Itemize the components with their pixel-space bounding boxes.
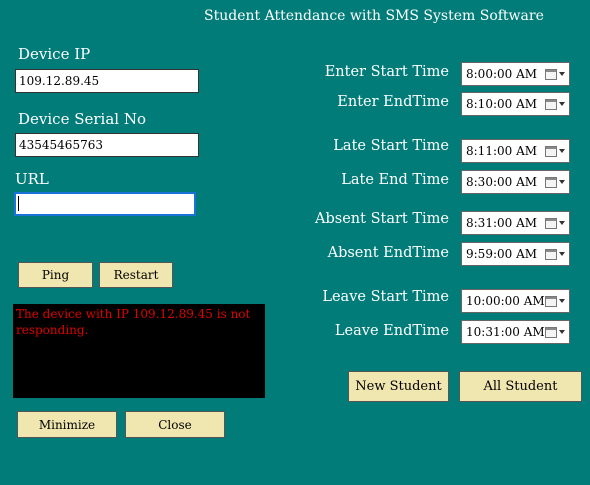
leave-end-time-picker[interactable]: 10:31:00 AM [461,320,570,344]
absent-start-time-picker[interactable]: 8:31:00 AM [461,211,570,235]
new-student-button[interactable]: New Student [348,371,449,402]
calendar-icon[interactable] [545,248,557,260]
window-title: Student Attendance with SMS System Softw… [204,8,544,24]
calendar-icon[interactable] [545,176,557,188]
leave-start-time-picker[interactable]: 10:00:00 AM [461,289,570,313]
status-message-box: The device with IP 109.12.89.45 is not r… [13,304,265,398]
calendar-icon[interactable] [545,68,557,80]
enter-start-time-value: 8:00:00 AM [466,67,538,81]
device-ip-label: Device IP [18,45,91,63]
chevron-down-icon[interactable] [559,299,565,303]
leave-end-time-value: 10:31:00 AM [466,325,545,339]
text-cursor [18,196,19,211]
late-end-time-picker[interactable]: 8:30:00 AM [461,170,570,194]
url-label: URL [15,170,49,188]
calendar-icon[interactable] [545,217,557,229]
late-start-time-picker[interactable]: 8:11:00 AM [461,139,570,163]
enter-start-time-label: Enter Start Time [324,64,449,80]
leave-end-time-label: Leave EndTime [334,323,449,339]
absent-start-time-label: Absent Start Time [315,211,449,227]
device-serial-input[interactable]: 43545465763 [15,133,199,157]
absent-end-time-value: 9:59:00 AM [466,247,538,261]
late-end-time-label: Late End Time [341,172,449,188]
chevron-down-icon[interactable] [559,330,565,334]
restart-button[interactable]: Restart [99,262,173,288]
chevron-down-icon[interactable] [559,221,565,225]
chevron-down-icon[interactable] [559,102,565,106]
ping-button[interactable]: Ping [18,262,93,288]
chevron-down-icon[interactable] [559,72,565,76]
chevron-down-icon[interactable] [559,252,565,256]
device-serial-label: Device Serial No [18,110,147,128]
chevron-down-icon[interactable] [559,180,565,184]
enter-start-time-picker[interactable]: 8:00:00 AM [461,62,570,86]
leave-start-time-label: Leave Start Time [322,289,449,305]
minimize-button[interactable]: Minimize [17,411,117,438]
chevron-down-icon[interactable] [559,149,565,153]
calendar-icon[interactable] [545,295,557,307]
absent-end-time-label: Absent EndTime [327,245,449,261]
url-input[interactable] [14,192,196,216]
all-student-button[interactable]: All Student [459,371,582,402]
calendar-icon[interactable] [545,326,557,338]
enter-end-time-label: Enter EndTime [337,94,449,110]
late-start-time-label: Late Start Time [333,138,449,154]
device-ip-input[interactable]: 109.12.89.45 [15,69,199,93]
enter-end-time-picker[interactable]: 8:10:00 AM [461,92,570,116]
calendar-icon[interactable] [545,145,557,157]
absent-end-time-picker[interactable]: 9:59:00 AM [461,242,570,266]
enter-end-time-value: 8:10:00 AM [466,97,538,111]
leave-start-time-value: 10:00:00 AM [466,294,545,308]
calendar-icon[interactable] [545,98,557,110]
absent-start-time-value: 8:31:00 AM [466,216,538,230]
late-end-time-value: 8:30:00 AM [466,175,538,189]
late-start-time-value: 8:11:00 AM [466,144,538,158]
close-button[interactable]: Close [125,411,225,438]
